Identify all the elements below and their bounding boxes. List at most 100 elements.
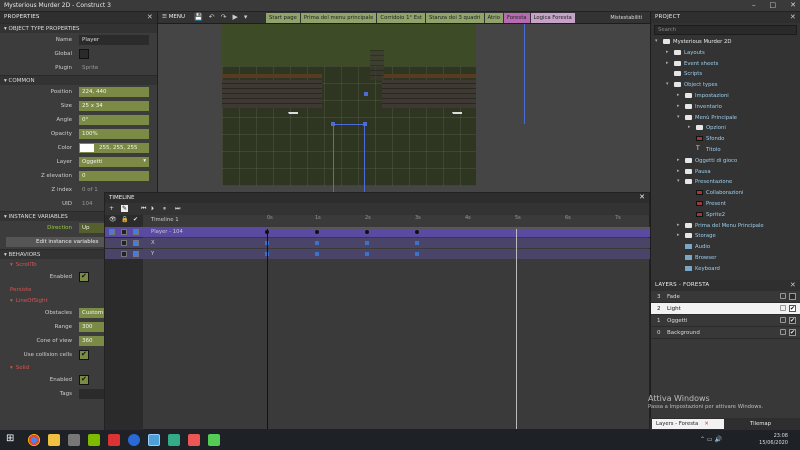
chevron-right-icon[interactable]: ▸ bbox=[677, 92, 680, 98]
layout-tab[interactable]: Stanza dei 3 quadri bbox=[425, 13, 484, 23]
layout-tab[interactable]: Prima del menu principale bbox=[300, 13, 377, 23]
project-tree-item[interactable]: ▸ Prima del Menu Principale bbox=[651, 221, 800, 232]
property-keyframe[interactable] bbox=[365, 252, 369, 256]
step-forward-icon[interactable]: ⏭ bbox=[175, 205, 180, 213]
project-tree-item[interactable]: ▸ Pausa bbox=[651, 167, 800, 178]
path-node[interactable] bbox=[364, 92, 368, 96]
property-keyframe[interactable] bbox=[315, 252, 319, 256]
chevron-down-icon[interactable]: ▾ bbox=[244, 13, 248, 21]
rewind-icon[interactable]: ⏮ bbox=[141, 205, 146, 213]
menu-button[interactable]: ☰ MENU bbox=[162, 14, 185, 20]
project-tree-item[interactable]: Audio bbox=[651, 242, 800, 253]
project-tree-item[interactable]: ▾ Presentazione bbox=[651, 177, 800, 188]
lock-icon[interactable] bbox=[780, 293, 786, 299]
track-enabled-checkbox[interactable] bbox=[133, 229, 139, 235]
visibility-checkbox[interactable]: ✔ bbox=[789, 305, 796, 312]
color-input[interactable]: 255, 255, 255 bbox=[79, 143, 149, 153]
chevron-down-icon[interactable]: ▾ bbox=[677, 114, 680, 120]
layer-row[interactable]: 0 Background ✔ bbox=[651, 327, 800, 339]
timeline-playhead[interactable] bbox=[267, 229, 268, 429]
clock[interactable]: 23:08 15/06/2020 bbox=[759, 433, 788, 447]
resize-handle[interactable] bbox=[363, 122, 367, 126]
close-icon[interactable]: ✕ bbox=[790, 1, 796, 9]
close-icon[interactable]: ✕ bbox=[790, 13, 796, 21]
opacity-input[interactable]: 100% bbox=[79, 129, 149, 139]
track-enabled-checkbox[interactable] bbox=[133, 240, 139, 246]
track-enabled-checkbox[interactable] bbox=[133, 251, 139, 257]
chevron-down-icon[interactable]: ▾ bbox=[677, 178, 680, 184]
construct-icon[interactable] bbox=[148, 434, 160, 446]
visibility-checkbox[interactable] bbox=[789, 293, 796, 300]
project-tree-item[interactable]: Keyboard bbox=[651, 264, 800, 275]
project-tree-item[interactable]: ▸ Event sheets bbox=[651, 59, 800, 70]
section-common[interactable]: ▾ COMMON bbox=[0, 75, 157, 85]
chrome-icon[interactable] bbox=[28, 434, 40, 446]
checkmark-icon[interactable]: ✔ bbox=[133, 216, 138, 223]
layout-tab[interactable]: Corridoio 1° Est bbox=[377, 13, 425, 23]
visibility-checkbox[interactable]: ✔ bbox=[789, 317, 796, 324]
lock-icon[interactable]: 🔒 bbox=[121, 216, 128, 223]
layout-tab[interactable]: Logica Foresta bbox=[530, 13, 575, 23]
collision-cells-checkbox[interactable] bbox=[79, 350, 89, 360]
pause-icon[interactable]: ⏸ bbox=[163, 205, 166, 213]
close-icon[interactable]: ✕ bbox=[639, 193, 645, 201]
app-icon[interactable] bbox=[168, 434, 180, 446]
file-explorer-icon[interactable] bbox=[48, 434, 60, 446]
layout-tab[interactable]: Foresta bbox=[504, 13, 530, 23]
chevron-down-icon[interactable]: ▾ bbox=[655, 38, 658, 44]
project-tree-item[interactable]: ▸ Impostazioni bbox=[651, 91, 800, 102]
selection-box[interactable] bbox=[331, 122, 367, 192]
project-tree-item[interactable]: T Titolo bbox=[651, 145, 800, 156]
chevron-right-icon[interactable]: ▸ bbox=[677, 157, 680, 163]
name-input[interactable]: Player bbox=[79, 35, 149, 45]
project-search-input[interactable]: Search bbox=[654, 25, 797, 35]
tab-layers[interactable]: Layers - Foresta ✕ bbox=[652, 419, 724, 429]
close-icon[interactable]: ✕ bbox=[704, 421, 708, 427]
redo-icon[interactable]: ↷ bbox=[221, 13, 227, 21]
project-tree-item[interactable]: ▸ Storage bbox=[651, 231, 800, 242]
app-icon[interactable] bbox=[108, 434, 120, 446]
save-icon[interactable]: 💾 bbox=[194, 13, 203, 21]
layout-canvas[interactable] bbox=[158, 24, 650, 192]
keyframe[interactable] bbox=[365, 230, 369, 234]
layer-row[interactable]: 1 Oggetti ✔ bbox=[651, 315, 800, 327]
play-icon[interactable]: ⏵ bbox=[151, 205, 154, 213]
layout-tab[interactable]: Atrio bbox=[484, 13, 504, 23]
app-icon[interactable] bbox=[188, 434, 200, 446]
keyframe[interactable] bbox=[415, 230, 419, 234]
windows-start-icon[interactable]: ⊞ bbox=[6, 433, 18, 445]
project-tree-item[interactable]: ▾ Object types bbox=[651, 80, 800, 91]
layout-tab[interactable]: Start page bbox=[266, 13, 300, 23]
visibility-checkbox[interactable]: ✔ bbox=[789, 329, 796, 336]
user-name[interactable]: Mistestabiliti bbox=[610, 15, 642, 21]
color-swatch[interactable] bbox=[80, 144, 94, 152]
project-tree-item[interactable]: Sprite2 bbox=[651, 210, 800, 221]
project-tree-item[interactable]: ▾ Mysterious Murder 2D bbox=[651, 37, 800, 48]
project-tree-item[interactable]: Browser bbox=[651, 253, 800, 264]
app-icon[interactable] bbox=[88, 434, 100, 446]
chevron-down-icon[interactable]: ▾ bbox=[666, 81, 669, 87]
close-icon[interactable]: ✕ bbox=[147, 13, 153, 21]
close-icon[interactable]: ✕ bbox=[790, 281, 796, 289]
global-checkbox[interactable] bbox=[79, 49, 89, 59]
minimize-icon[interactable]: – bbox=[752, 1, 756, 9]
position-input[interactable]: 224, 440 bbox=[79, 87, 149, 97]
project-tree-item[interactable]: ▸ Layouts bbox=[651, 48, 800, 59]
keyframe[interactable] bbox=[315, 230, 319, 234]
project-tree-item[interactable]: Scripts bbox=[651, 69, 800, 80]
tray-icons[interactable]: ⌃ ▭ 🔊 bbox=[700, 436, 722, 443]
track-row[interactable]: Y bbox=[105, 249, 651, 259]
chevron-right-icon[interactable]: ▸ bbox=[677, 222, 680, 228]
chevron-right-icon[interactable]: ▸ bbox=[666, 49, 669, 55]
resize-handle[interactable] bbox=[331, 122, 335, 126]
layer-select[interactable]: Oggetti ▾ bbox=[79, 157, 149, 167]
play-icon[interactable]: ▶ bbox=[232, 13, 237, 21]
property-keyframe[interactable] bbox=[415, 252, 419, 256]
track-row[interactable]: X bbox=[105, 238, 651, 248]
project-tree-item[interactable]: ▸ Inventario bbox=[651, 102, 800, 113]
timeline-ruler[interactable]: 0s 1s 2s 3s 4s 5s 6s 7s bbox=[267, 215, 651, 229]
undo-icon[interactable]: ↶ bbox=[209, 13, 215, 21]
track-lock-checkbox[interactable] bbox=[121, 251, 127, 257]
lock-icon[interactable] bbox=[780, 305, 786, 311]
project-tree-item[interactable]: ▸ Oggetti di gioco bbox=[651, 156, 800, 167]
